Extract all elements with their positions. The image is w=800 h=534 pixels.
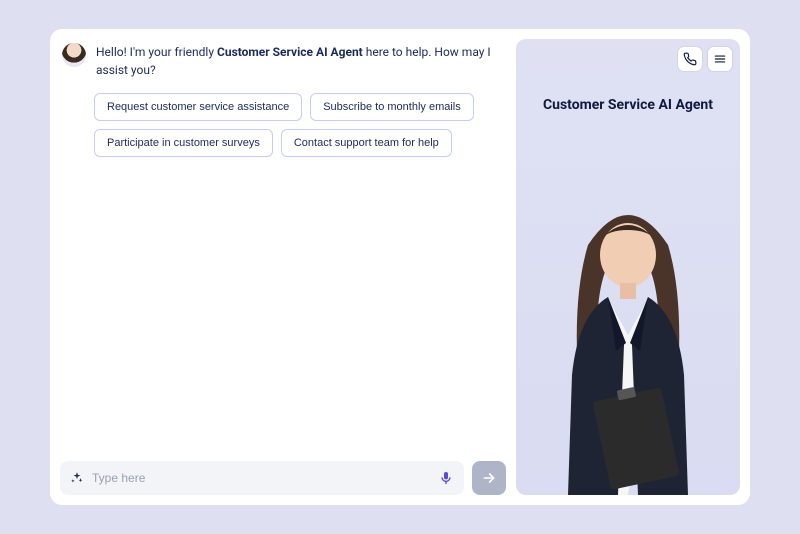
greeting-pre: Hello! I'm your friendly	[96, 45, 217, 59]
greeting-bold: Customer Service AI Agent	[217, 45, 363, 59]
agent-illustration	[528, 175, 728, 495]
greeting-text: Hello! I'm your friendly Customer Servic…	[96, 43, 504, 79]
sparkle-icon	[70, 471, 84, 485]
chip-subscribe-emails[interactable]: Subscribe to monthly emails	[310, 93, 474, 121]
menu-icon	[713, 52, 727, 66]
menu-button[interactable]	[708, 47, 732, 71]
side-panel: Customer Service AI Agent	[516, 39, 740, 495]
side-actions	[678, 47, 732, 71]
chip-request-assistance[interactable]: Request customer service assistance	[94, 93, 302, 121]
assistant-avatar	[62, 43, 86, 67]
chat-panel: Hello! I'm your friendly Customer Servic…	[60, 39, 506, 495]
message-input[interactable]	[92, 471, 430, 485]
side-panel-title: Customer Service AI Agent	[516, 97, 740, 113]
app-card: Hello! I'm your friendly Customer Servic…	[50, 29, 750, 505]
microphone-icon[interactable]	[438, 470, 454, 486]
arrow-right-icon	[481, 470, 497, 486]
suggestion-chips: Request customer service assistance Subs…	[94, 93, 506, 157]
phone-icon	[683, 52, 697, 66]
send-button[interactable]	[472, 461, 506, 495]
chip-surveys[interactable]: Participate in customer surveys	[94, 129, 273, 157]
text-input-wrap	[60, 461, 464, 495]
call-button[interactable]	[678, 47, 702, 71]
chip-contact-support[interactable]: Contact support team for help	[281, 129, 452, 157]
assistant-message: Hello! I'm your friendly Customer Servic…	[60, 39, 506, 79]
input-bar	[60, 461, 506, 495]
